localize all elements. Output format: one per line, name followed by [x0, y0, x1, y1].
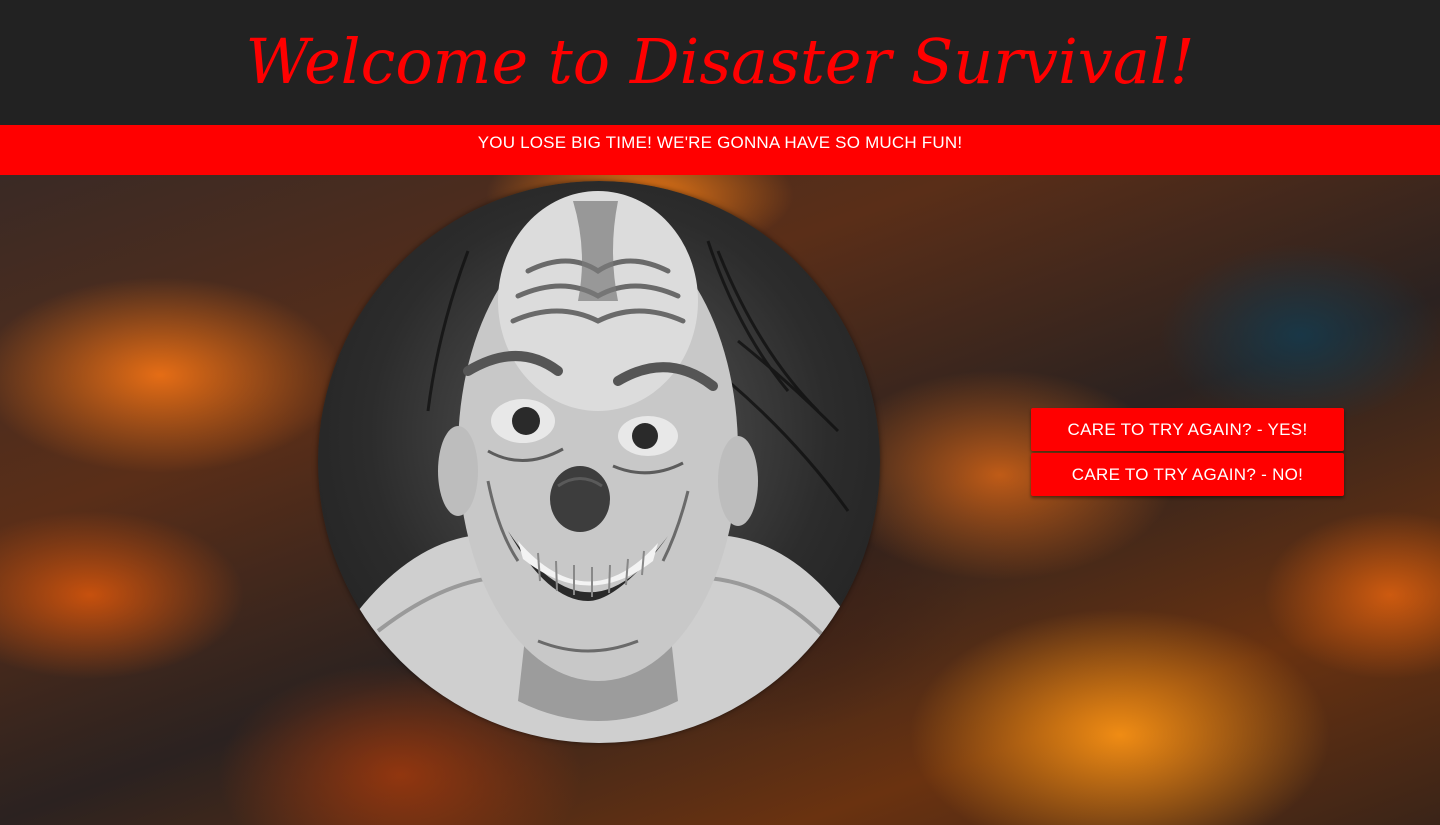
- clown-image: [318, 181, 880, 743]
- game-over-banner: YOU LOSE BIG TIME! WE'RE GONNA HAVE SO M…: [0, 125, 1440, 175]
- banner-message: YOU LOSE BIG TIME! WE'RE GONNA HAVE SO M…: [477, 133, 963, 152]
- page: Welcome to Disaster Survival! YOU LOSE B…: [0, 0, 1440, 825]
- page-header: Welcome to Disaster Survival!: [0, 0, 1440, 125]
- page-title: Welcome to Disaster Survival!: [245, 25, 1195, 98]
- try-again-no-button[interactable]: CARE TO TRY AGAIN? - NO!: [1031, 453, 1344, 496]
- clown-icon: [318, 191, 880, 743]
- try-again-yes-button[interactable]: CARE TO TRY AGAIN? - YES!: [1031, 408, 1344, 451]
